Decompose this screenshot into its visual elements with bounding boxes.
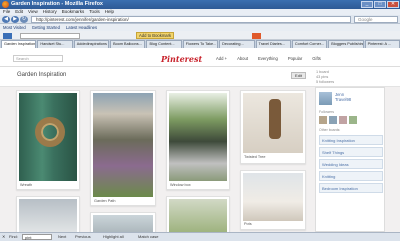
sidebar-board-wedding-ideas[interactable]: Wedding Ideas: [319, 159, 383, 169]
nav-gifts[interactable]: Gifts: [312, 56, 321, 61]
maximize-button[interactable]: □: [374, 1, 386, 8]
pin-image-bench[interactable]: [19, 199, 77, 232]
sidebar-board-knitting-inspiration[interactable]: Knitting Inspiration: [319, 135, 383, 145]
firefox-icon: [2, 1, 9, 8]
avatar[interactable]: [349, 116, 357, 124]
web-search-input[interactable]: Google: [354, 16, 398, 23]
window-titlebar: Garden Inspiration - Mozilla Firefox _ □…: [0, 0, 400, 9]
pinterest-header: Search Pinterest Add + About Everything …: [0, 48, 400, 67]
pin-caption: Garden Path: [94, 199, 116, 203]
pin-card[interactable]: [16, 196, 80, 232]
match-case-checkbox[interactable]: Match case: [138, 233, 158, 241]
pin-grid: Wreath Garden Path Window box Twisted Tr…: [0, 87, 400, 232]
wreath-shape: [35, 117, 65, 147]
bookmarks-toolbar: Most Visited Getting Started Latest Head…: [0, 24, 400, 31]
bookmark-latest-headlines[interactable]: Latest Headlines: [66, 24, 97, 31]
addon-toolbar: Add to Bookmark: [0, 31, 400, 40]
tab-6[interactable]: Flowers To Take...: [182, 40, 219, 48]
pin-card[interactable]: Garden Path: [90, 90, 156, 206]
navigation-toolbar: ◀ ▶ ↻ http://pinterest.com/jennifer/gard…: [0, 15, 400, 24]
pin-image-pots[interactable]: [243, 173, 303, 221]
pin-image-garden-path[interactable]: [93, 93, 153, 197]
find-previous-button[interactable]: Previous: [75, 233, 91, 241]
pin-image[interactable]: [169, 199, 227, 232]
avatar[interactable]: [319, 116, 327, 124]
pin-card[interactable]: [90, 212, 156, 232]
pin-card[interactable]: Twisted Tree: [240, 90, 306, 164]
avatar[interactable]: [329, 116, 337, 124]
pin-card[interactable]: Wreath: [16, 90, 80, 190]
followers-label: Followers: [319, 110, 334, 114]
other-boards-label: Other boards:: [319, 128, 341, 132]
tree-trunk: [269, 99, 281, 139]
pinterest-nav: Add + About Everything Popular Gifts: [216, 56, 321, 61]
tab-3[interactable]: Addedinspirations: [73, 40, 110, 48]
addon-icon[interactable]: [252, 33, 261, 39]
pin-card[interactable]: Pots: [240, 170, 306, 230]
tab-2[interactable]: Handset Stu...: [37, 40, 73, 48]
pinterest-search-input[interactable]: Search: [13, 55, 63, 62]
addon-logo-icon: [3, 33, 12, 39]
tab-5[interactable]: Blog Content...: [146, 40, 182, 48]
forward-arrow-icon[interactable]: ▶: [11, 16, 19, 23]
tab-strip: Garden Inspiration Handset Stu... Addedi…: [0, 40, 400, 48]
find-next-button[interactable]: Next: [58, 233, 66, 241]
back-arrow-icon[interactable]: ◀: [2, 16, 10, 23]
pin-image-window-box[interactable]: [169, 93, 227, 181]
sidebar-board-bedroom-inspiration[interactable]: Bedroom Inspiration: [319, 183, 383, 193]
addon-search-input[interactable]: [20, 33, 80, 39]
follower-count: 5 followers: [316, 80, 335, 84]
page-content: Search Pinterest Add + About Everything …: [0, 48, 400, 232]
avatar[interactable]: [319, 92, 332, 105]
pin-image[interactable]: [93, 215, 153, 232]
board-title: Garden Inspiration: [17, 72, 67, 78]
nav-add[interactable]: Add +: [216, 56, 227, 61]
tab-4[interactable]: Boom Balloons...: [110, 40, 146, 48]
tab-8[interactable]: Travel Diaries...: [255, 40, 291, 48]
nav-about[interactable]: About: [237, 56, 248, 61]
tab-11[interactable]: Pinterest: A ...: [364, 40, 400, 48]
pin-caption: Pots: [244, 222, 252, 226]
avatar[interactable]: [339, 116, 347, 124]
tab-7[interactable]: Decorating...: [219, 40, 255, 48]
pin-caption: Wreath: [20, 183, 33, 187]
bookmark-getting-started[interactable]: Getting Started: [32, 24, 60, 31]
pin-caption: Twisted Tree: [244, 155, 266, 159]
tab-10[interactable]: Bloggers Publishing...: [328, 40, 364, 48]
sidebar-board-knitting[interactable]: Knitting: [319, 171, 383, 181]
sidebar-board-shelf-things[interactable]: Shelf Things: [319, 147, 383, 157]
find-input[interactable]: pint: [22, 234, 52, 240]
pin-caption: Window box: [170, 183, 191, 187]
highlight-all-button[interactable]: Highlight all: [103, 233, 124, 241]
tab-9[interactable]: Comfort Corner...: [291, 40, 328, 48]
board-meta: 1 board 43 pins 5 followers: [316, 70, 334, 85]
find-label: Find:: [9, 234, 18, 239]
follower-avatars: [319, 116, 357, 124]
nav-everything[interactable]: Everything: [258, 56, 278, 61]
pinterest-logo[interactable]: Pinterest: [161, 54, 202, 64]
close-button[interactable]: ✕: [387, 1, 399, 8]
url-bar[interactable]: http://pinterest.com/jennifer/garden-ins…: [31, 16, 351, 23]
pin-card[interactable]: Window box: [166, 90, 230, 190]
minimize-button[interactable]: _: [361, 1, 373, 8]
pin-image-twisted-tree[interactable]: [243, 93, 303, 153]
user-name[interactable]: Jenn Travel98: [335, 92, 351, 102]
add-bookmark-button[interactable]: Add to Bookmark: [136, 32, 175, 39]
find-bar: ✕ Find: pint Next Previous Highlight all…: [0, 232, 400, 241]
bookmark-most-visited[interactable]: Most Visited: [3, 24, 26, 31]
window-title: Garden Inspiration - Mozilla Firefox: [11, 1, 103, 7]
reload-icon[interactable]: ↻: [20, 16, 28, 23]
board-sidebar: Jenn Travel98 Followers Other boards: Kn…: [315, 87, 385, 232]
close-find-icon[interactable]: ✕: [2, 233, 5, 241]
pin-image-wreath[interactable]: [19, 93, 77, 181]
edit-board-button[interactable]: Edit: [291, 72, 306, 79]
board-header: Garden Inspiration Edit 1 board 43 pins …: [0, 67, 400, 87]
window-controls: _ □ ✕: [361, 1, 399, 8]
pin-card[interactable]: [166, 196, 230, 232]
nav-popular[interactable]: Popular: [288, 56, 302, 61]
tab-garden-inspiration[interactable]: Garden Inspiration: [1, 40, 37, 48]
